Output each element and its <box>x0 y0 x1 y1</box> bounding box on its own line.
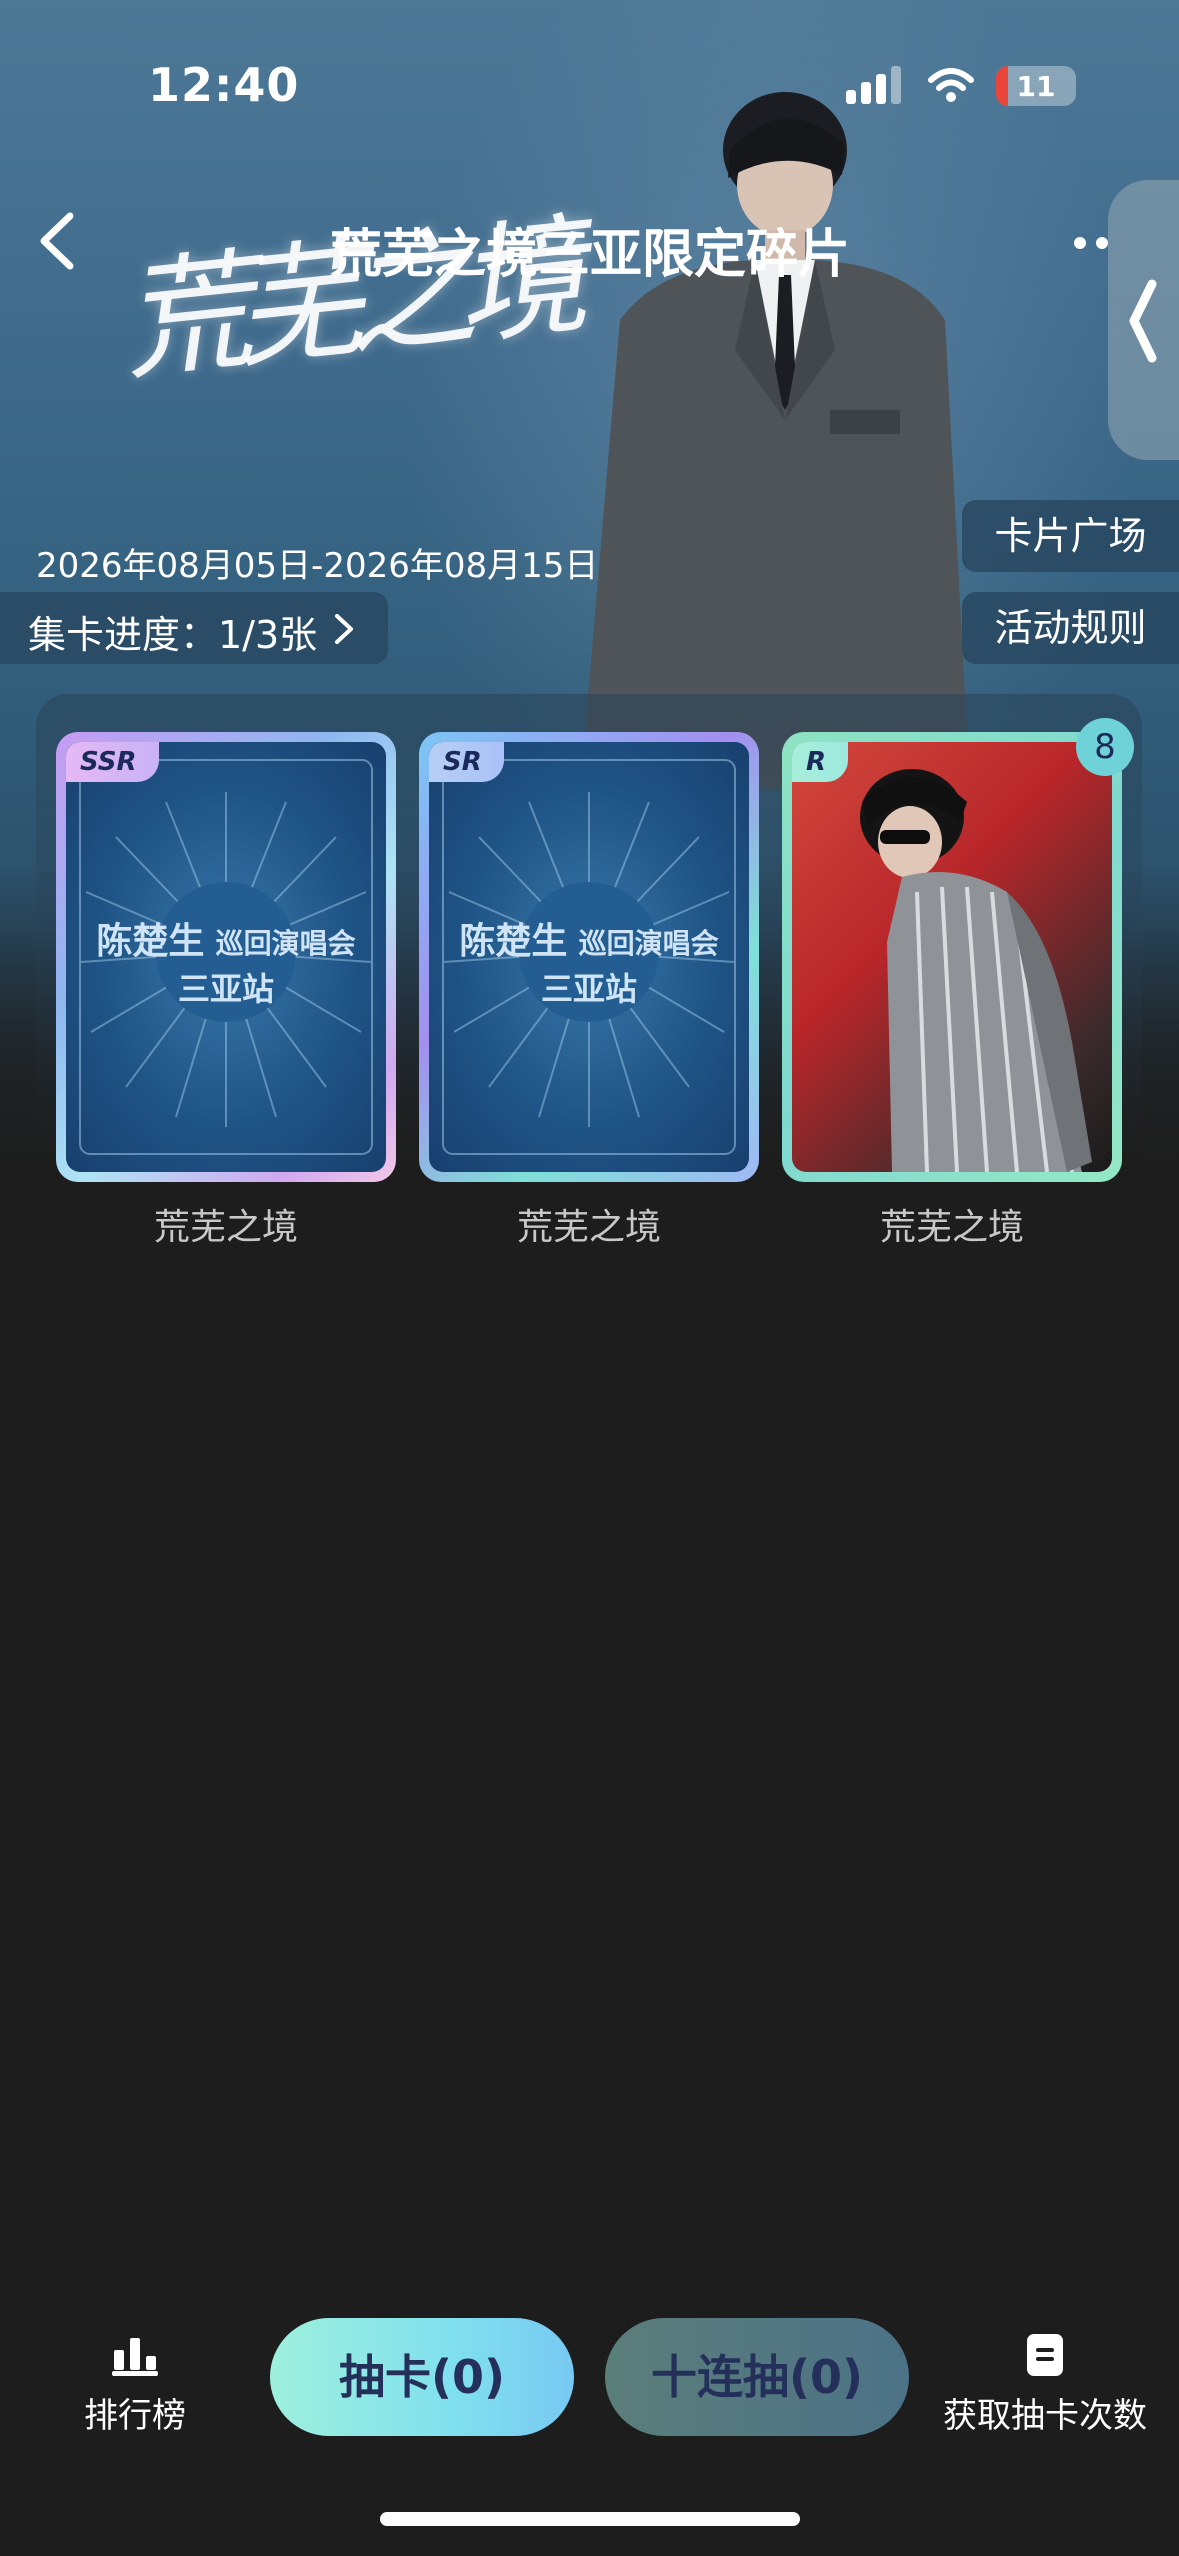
more-dots-icon[interactable] <box>1072 236 1112 250</box>
ten-draw-button[interactable]: 十连抽(0) <box>605 2318 909 2436</box>
performer-photo <box>580 92 970 790</box>
card-label: 荒芜之境 <box>879 1207 1024 1248</box>
leaderboard-button[interactable]: 排行榜 <box>70 2330 200 2440</box>
document-icon <box>1027 2334 1063 2376</box>
side-collapse-tab[interactable] <box>1108 180 1179 460</box>
card-title-line: 陈楚生 巡回演唱会 <box>459 920 719 962</box>
bar-chart-icon <box>112 2338 158 2376</box>
card-back: 陈楚生 巡回演唱会 三亚站 SR <box>429 742 749 1172</box>
status-time: 12:40 <box>148 58 300 112</box>
card-sr[interactable]: 陈楚生 巡回演唱会 三亚站 SR <box>419 732 759 1182</box>
activity-date-range: 2026年08月05日-2026年08月15日 <box>36 546 599 586</box>
collection-progress-label: 集卡进度：1/3张 <box>28 613 318 657</box>
leaderboard-label: 排行榜 <box>84 2396 186 2436</box>
battery-icon: 11 <box>996 66 1076 106</box>
performer-stage-photo <box>860 769 1092 1172</box>
card-label: 荒芜之境 <box>153 1207 298 1248</box>
card-subtitle-line: 三亚站 <box>177 970 274 1008</box>
get-draw-chances-button[interactable]: 获取抽卡次数 <box>940 2330 1150 2440</box>
page-title: 荒芜之境三亚限定碎片 <box>330 225 851 285</box>
card-plaza-button[interactable]: 卡片广场 <box>962 500 1179 572</box>
card-back: 陈楚生 巡回演唱会 三亚站 SSR <box>66 742 386 1172</box>
chevron-right-icon <box>335 614 353 644</box>
home-indicator[interactable] <box>380 2512 800 2526</box>
rarity-badge: SSR <box>66 742 159 782</box>
card-title-line: 陈楚生 巡回演唱会 <box>96 920 356 962</box>
get-draw-chances-label: 获取抽卡次数 <box>943 2396 1147 2436</box>
battery-percentage: 11 <box>1016 70 1056 103</box>
back-arrow-icon[interactable] <box>30 206 90 276</box>
side-collapse-chevron-icon <box>1129 279 1157 363</box>
card-ssr[interactable]: 陈楚生 巡回演唱会 三亚站 SSR <box>56 732 396 1182</box>
collection-progress-button[interactable]: 集卡进度：1/3张 <box>0 592 388 664</box>
draw-card-button[interactable]: 抽卡(0) <box>270 2318 574 2436</box>
card-count-badge: 8 <box>1076 718 1134 776</box>
card-label: 荒芜之境 <box>516 1207 661 1248</box>
rarity-badge: SR <box>429 742 504 782</box>
signal-icon <box>846 66 901 104</box>
card-r[interactable]: R <box>782 732 1122 1182</box>
activity-rules-button[interactable]: 活动规则 <box>962 592 1179 664</box>
wifi-icon <box>928 68 974 102</box>
rarity-badge: R <box>792 742 849 782</box>
card-subtitle-line: 三亚站 <box>540 970 637 1008</box>
card-photo: R <box>792 742 1112 1172</box>
